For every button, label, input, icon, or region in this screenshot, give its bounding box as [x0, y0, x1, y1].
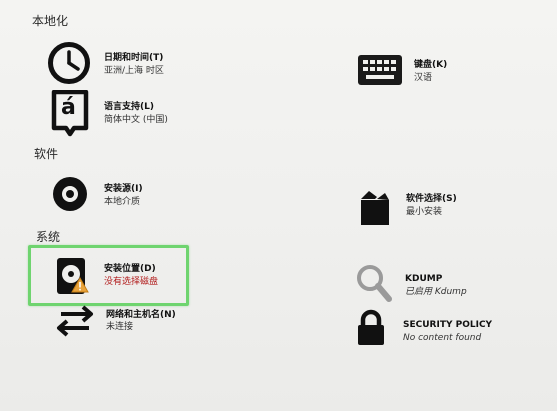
search-icon: [354, 262, 394, 304]
package-icon: [356, 186, 394, 228]
spoke-software-title: 软件选择(S): [406, 194, 457, 204]
section-localization: 本地化: [32, 14, 69, 28]
disc-icon: [50, 174, 90, 214]
spoke-language-status: 简体中文 (中国): [104, 115, 168, 126]
spoke-security-title: SECURITY POLICY: [403, 320, 493, 330]
spoke-kdump-status: 已启用 Kdump: [405, 287, 467, 298]
language-glyph: á: [61, 95, 76, 120]
spoke-destination-status: 没有选择磁盘: [104, 277, 159, 288]
spoke-datetime-title: 日期和时间(T): [104, 53, 164, 63]
spoke-destination-title: 安装位置(D): [104, 264, 156, 274]
network-arrows-icon: [54, 304, 96, 338]
spoke-source-status: 本地介质: [104, 197, 141, 208]
spoke-keyboard-status: 汉语: [414, 73, 433, 84]
section-system: 系统: [36, 230, 61, 244]
lock-icon: [354, 308, 388, 348]
spoke-network-title: 网络和主机名(N): [106, 310, 176, 320]
section-software: 软件: [34, 147, 59, 161]
spoke-kdump-title: KDUMP: [405, 274, 443, 284]
spoke-datetime-status: 亚洲/上海 时区: [104, 66, 164, 77]
spoke-software-status: 最小安装: [406, 207, 443, 218]
spoke-language-title: 语言支持(L): [104, 102, 154, 112]
language-icon: á: [50, 90, 90, 138]
warning-icon: [70, 276, 90, 294]
clock-icon: [46, 40, 92, 86]
spoke-network-status: 未连接: [106, 322, 134, 333]
keyboard-icon: [356, 52, 404, 88]
spoke-security-status: No content found: [403, 333, 482, 344]
spoke-source-title: 安装源(I): [104, 184, 143, 194]
spoke-keyboard-title: 键盘(K): [414, 60, 448, 70]
